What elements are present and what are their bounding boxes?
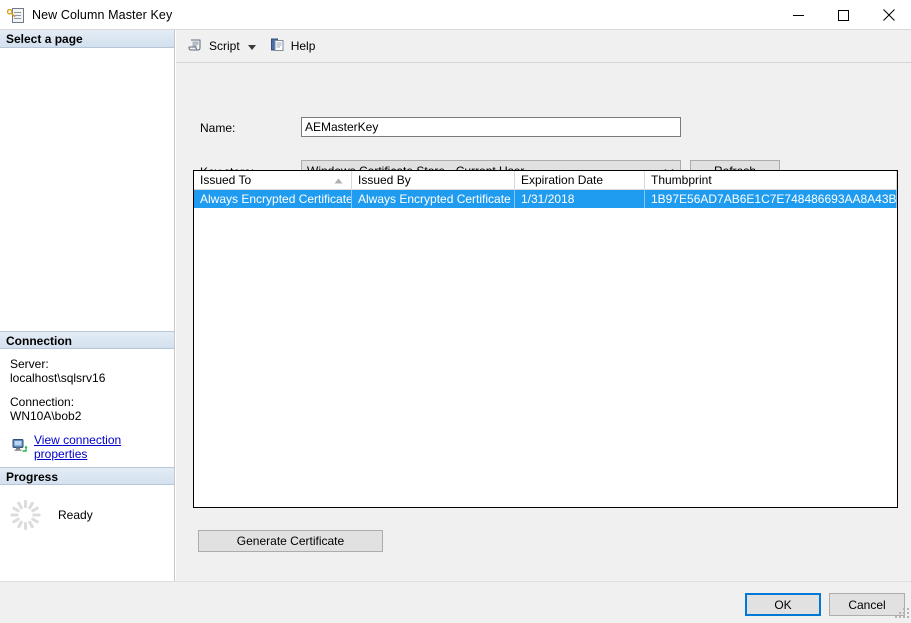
grip-dot: [907, 612, 909, 614]
connection-info: Connection: WN10A\bob2: [10, 395, 174, 423]
server-connection-icon: [12, 438, 28, 457]
minimize-button[interactable]: [776, 0, 821, 30]
help-book-icon: [270, 37, 286, 56]
spinner-segment: [10, 513, 18, 517]
column-header-label: Thumbprint: [651, 173, 712, 187]
close-button[interactable]: [866, 0, 911, 30]
column-header-label: Issued To: [200, 173, 252, 187]
grip-dot: [903, 616, 905, 618]
view-connection-properties-link[interactable]: View connection properties: [34, 433, 174, 461]
table-cell: 1B97E56AD7AB6E1C7E748486693AA8A43B9...: [645, 190, 897, 208]
server-label: Server:: [10, 357, 49, 371]
grip-dot: [903, 612, 905, 614]
main-content-pane: Script Help Name: Key store: Windows Cer…: [176, 30, 911, 581]
connection-label: Connection:: [10, 395, 75, 409]
window-controls: [776, 0, 911, 30]
grip-dot: [899, 612, 901, 614]
grip-dot: [899, 616, 901, 618]
cancel-button[interactable]: Cancel: [829, 593, 905, 616]
column-header-3[interactable]: Thumbprint: [645, 171, 897, 189]
spinner-segment: [23, 500, 27, 508]
column-header-label: Issued By: [358, 173, 411, 187]
table-cell: Always Encrypted Certificate: [352, 190, 515, 208]
script-dropdown-button[interactable]: [244, 35, 260, 57]
script-scroll-icon: [188, 37, 204, 56]
spinner-segment: [32, 513, 40, 517]
table-cell: 1/31/2018: [515, 190, 645, 208]
progress-section-body: Ready: [0, 485, 174, 545]
key-certificate-icon: [7, 7, 24, 23]
spinner-segment: [16, 520, 23, 529]
connection-value: WN10A\bob2: [10, 409, 82, 423]
column-header-0[interactable]: Issued To: [194, 171, 352, 189]
name-input[interactable]: [301, 117, 681, 137]
progress-section-header: Progress: [0, 467, 174, 485]
grip-dot: [903, 608, 905, 610]
page-list[interactable]: [0, 48, 174, 331]
column-header-2[interactable]: Expiration Date: [515, 171, 645, 189]
loading-spinner-icon: [10, 500, 40, 530]
select-a-page-header: Select a page: [0, 30, 174, 48]
spinner-segment: [23, 522, 27, 530]
dialog-toolbar: Script Help: [176, 30, 911, 62]
title-bar: New Column Master Key: [0, 0, 911, 30]
window-title: New Column Master Key: [32, 8, 173, 22]
certificate-list-header: Issued To Issued By Expiration Date Thumbpr…: [194, 171, 897, 190]
grip-dot: [907, 616, 909, 618]
generate-certificate-button[interactable]: Generate Certificate: [198, 530, 383, 552]
view-connection-properties-row[interactable]: View connection properties: [10, 433, 174, 461]
maximize-button[interactable]: [821, 0, 866, 30]
certificate-list-rows: Always Encrypted Certificate Always Encry…: [194, 190, 897, 208]
name-label: Name:: [200, 121, 236, 135]
column-header-label: Expiration Date: [521, 173, 604, 187]
table-row[interactable]: Always Encrypted Certificate Always Encry…: [194, 190, 897, 208]
ok-button[interactable]: OK: [745, 593, 821, 616]
grip-dot: [895, 616, 897, 618]
server-info: Server: localhost\sqlsrv16: [10, 357, 174, 385]
resize-grip-icon[interactable]: [895, 608, 909, 621]
certificate-list-view[interactable]: Issued To Issued By Expiration Date Thumbpr…: [193, 170, 898, 508]
script-label: Script: [209, 39, 240, 53]
toolbar-divider: [176, 62, 911, 63]
grip-dot: [907, 608, 909, 610]
dialog-footer: OK Cancel: [0, 581, 911, 623]
server-value: localhost\sqlsrv16: [10, 371, 106, 385]
chevron-down-icon: [247, 39, 256, 53]
help-label: Help: [290, 39, 316, 53]
connection-section-body: Server: localhost\sqlsrv16 Connection: W…: [0, 349, 174, 467]
help-button[interactable]: Help: [266, 35, 320, 57]
connection-section-header: Connection: [0, 331, 174, 349]
left-navigation-pane: Select a page Connection Server: localho…: [0, 30, 175, 581]
progress-status-text: Ready: [58, 508, 93, 522]
table-cell: Always Encrypted Certificate: [194, 190, 352, 208]
column-header-1[interactable]: Issued By: [352, 171, 515, 189]
sort-ascending-icon: [334, 173, 343, 187]
spinner-segment: [27, 520, 34, 529]
script-button[interactable]: Script: [184, 35, 244, 57]
